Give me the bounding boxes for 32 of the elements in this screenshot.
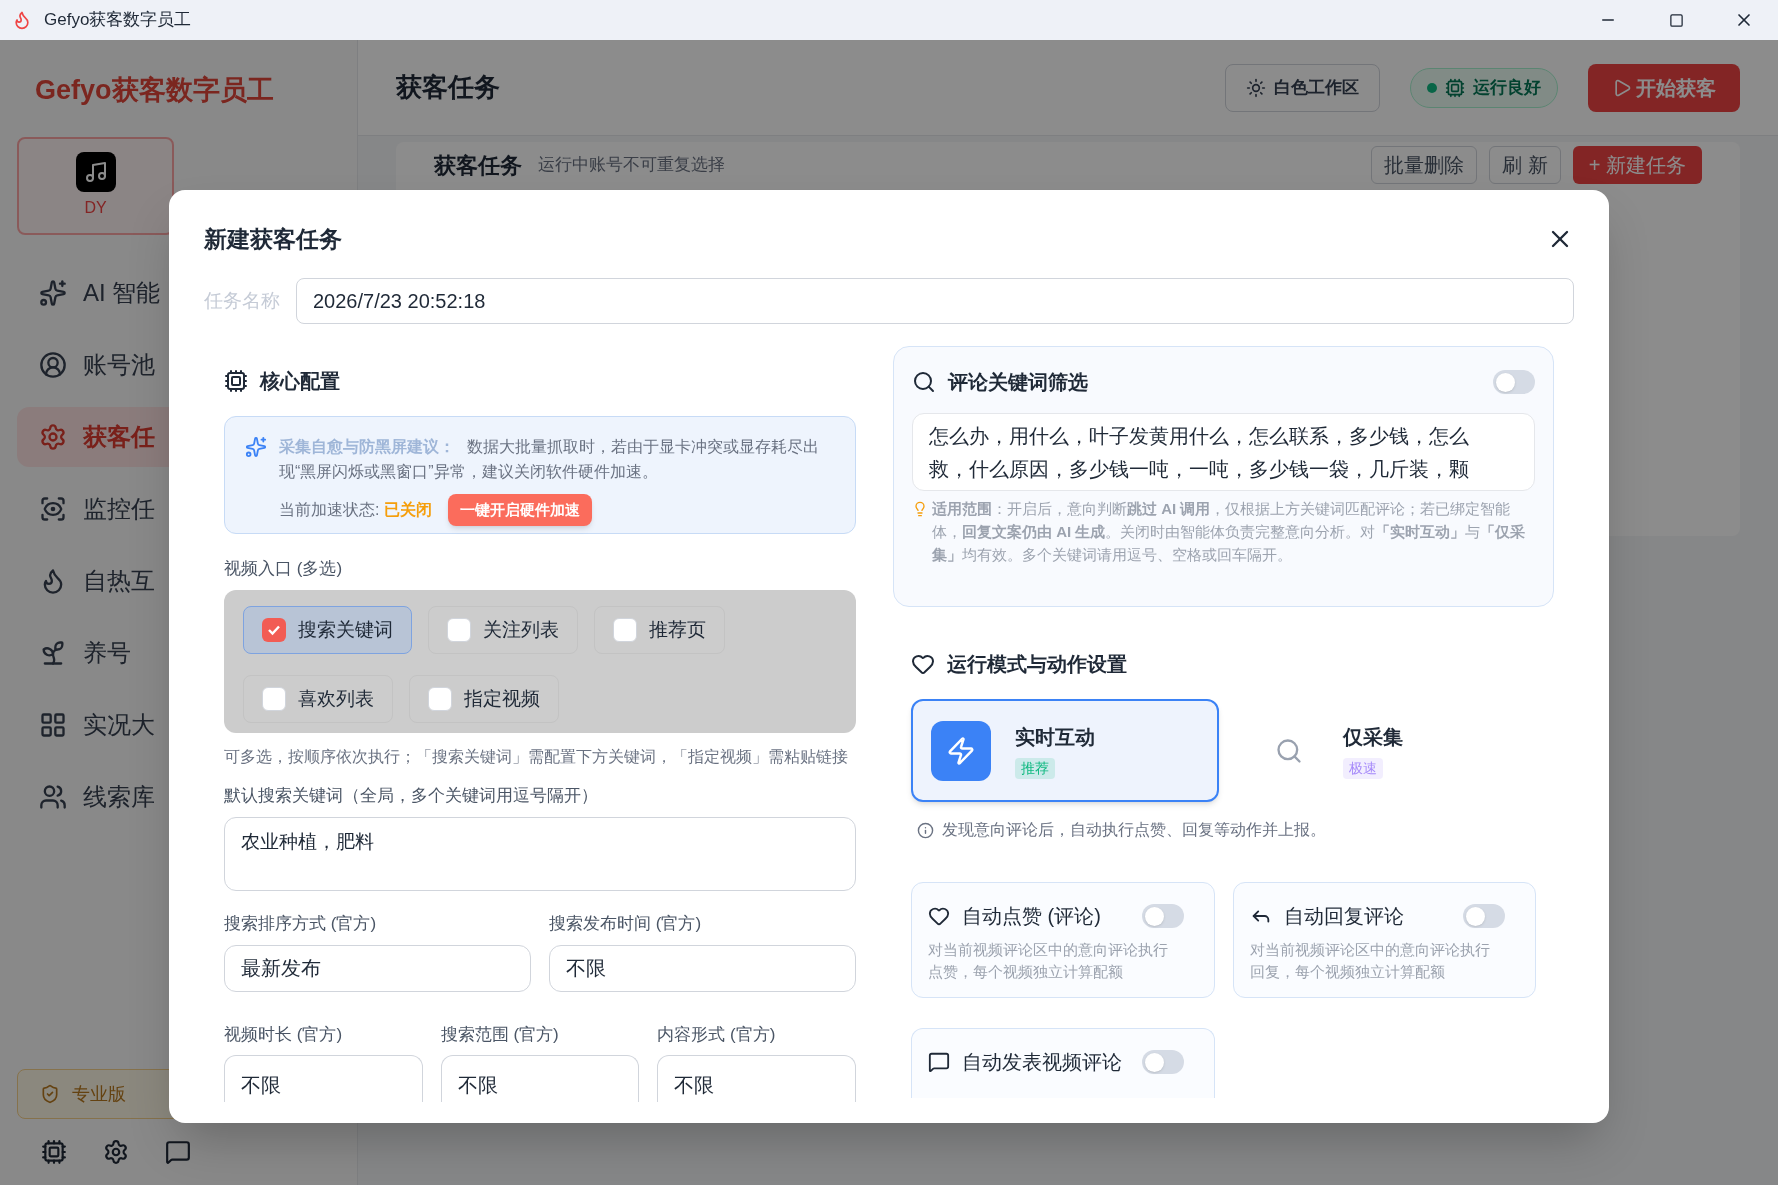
window-title: Gefyo获客数字员工 [44,9,192,32]
field-label: 搜索范围 (官方) [440,1023,560,1046]
panel-title: 获客任务 [434,151,522,180]
field-label: 视频入口 (多选) [224,558,344,581]
action-title: 自动点赞 (评论) [962,904,1101,929]
field-label: 内容形式 (官方) [657,1023,777,1046]
mode-info: 发现意向评论后，自动执行点赞、回复等动作并上报。 [942,820,1326,840]
platform-label: DY [84,197,107,218]
mode-title: 实时互动 [1015,725,1095,750]
section-title: 核心配置 [260,369,340,394]
app-logo: Gefyo获客数字员工 [34,74,275,107]
filter-note: 适用范围：开启后，意向判断跳过 AI 调用，仅根据上方关键词匹配评论；若已绑定智能体，回复文案仍由 AI 生成。关闭时由智能体负责完整意向分析。对「实时互动」与「仅采集」均有效。多个关键词请用逗号、空格或回车隔开。 [932,499,1527,565]
mode-title: 仅采集 [1343,725,1403,750]
section-title: 评论关键词筛选 [948,370,1088,395]
panel-subtitle: 运行中账号不可重复选择 [538,154,725,177]
hint-text: 可多选，按顺序依次执行；「搜索关键词」需配置下方关键词，「指定视频」需粘贴链接 [224,747,849,768]
action-title: 自动回复评论 [1283,904,1404,929]
action-description: 对当前视频评论区中的意向评论执行点赞，每个视频独立计算配额 [928,940,1169,982]
field-label: 搜索发布时间 (官方) [549,913,703,935]
field-label: 视频时长 (官方) [224,1023,344,1046]
field-label: 搜索排序方式 (官方) [224,913,378,935]
dialog-title: 新建获客任务 [204,224,342,254]
field-label: 默认搜索关键词（全局，多个关键词用逗号隔开） [224,785,599,808]
action-description: 对当前视频评论区中的意向评论执行回复，每个视频独立计算配额 [1249,940,1491,982]
action-title: 自动发表视频评论 [962,1050,1122,1075]
section-title: 运行模式与动作设置 [947,652,1127,677]
field-label: 任务名称 [204,288,280,313]
accel-label: 当前加速状态: 已关闭 [279,500,432,520]
page-title: 获客任务 [396,71,500,104]
mode-tag: 推荐 [1015,758,1055,779]
tip-text: 采集自愈与防黑屏建议： 数据大批量抓取时，若由于显卡冲突或显存耗尽出现“黑屏闪烁或黑窗口”异常，建议关闭软件硬件加速。 [279,437,820,482]
mode-tag: 极速 [1343,758,1383,779]
